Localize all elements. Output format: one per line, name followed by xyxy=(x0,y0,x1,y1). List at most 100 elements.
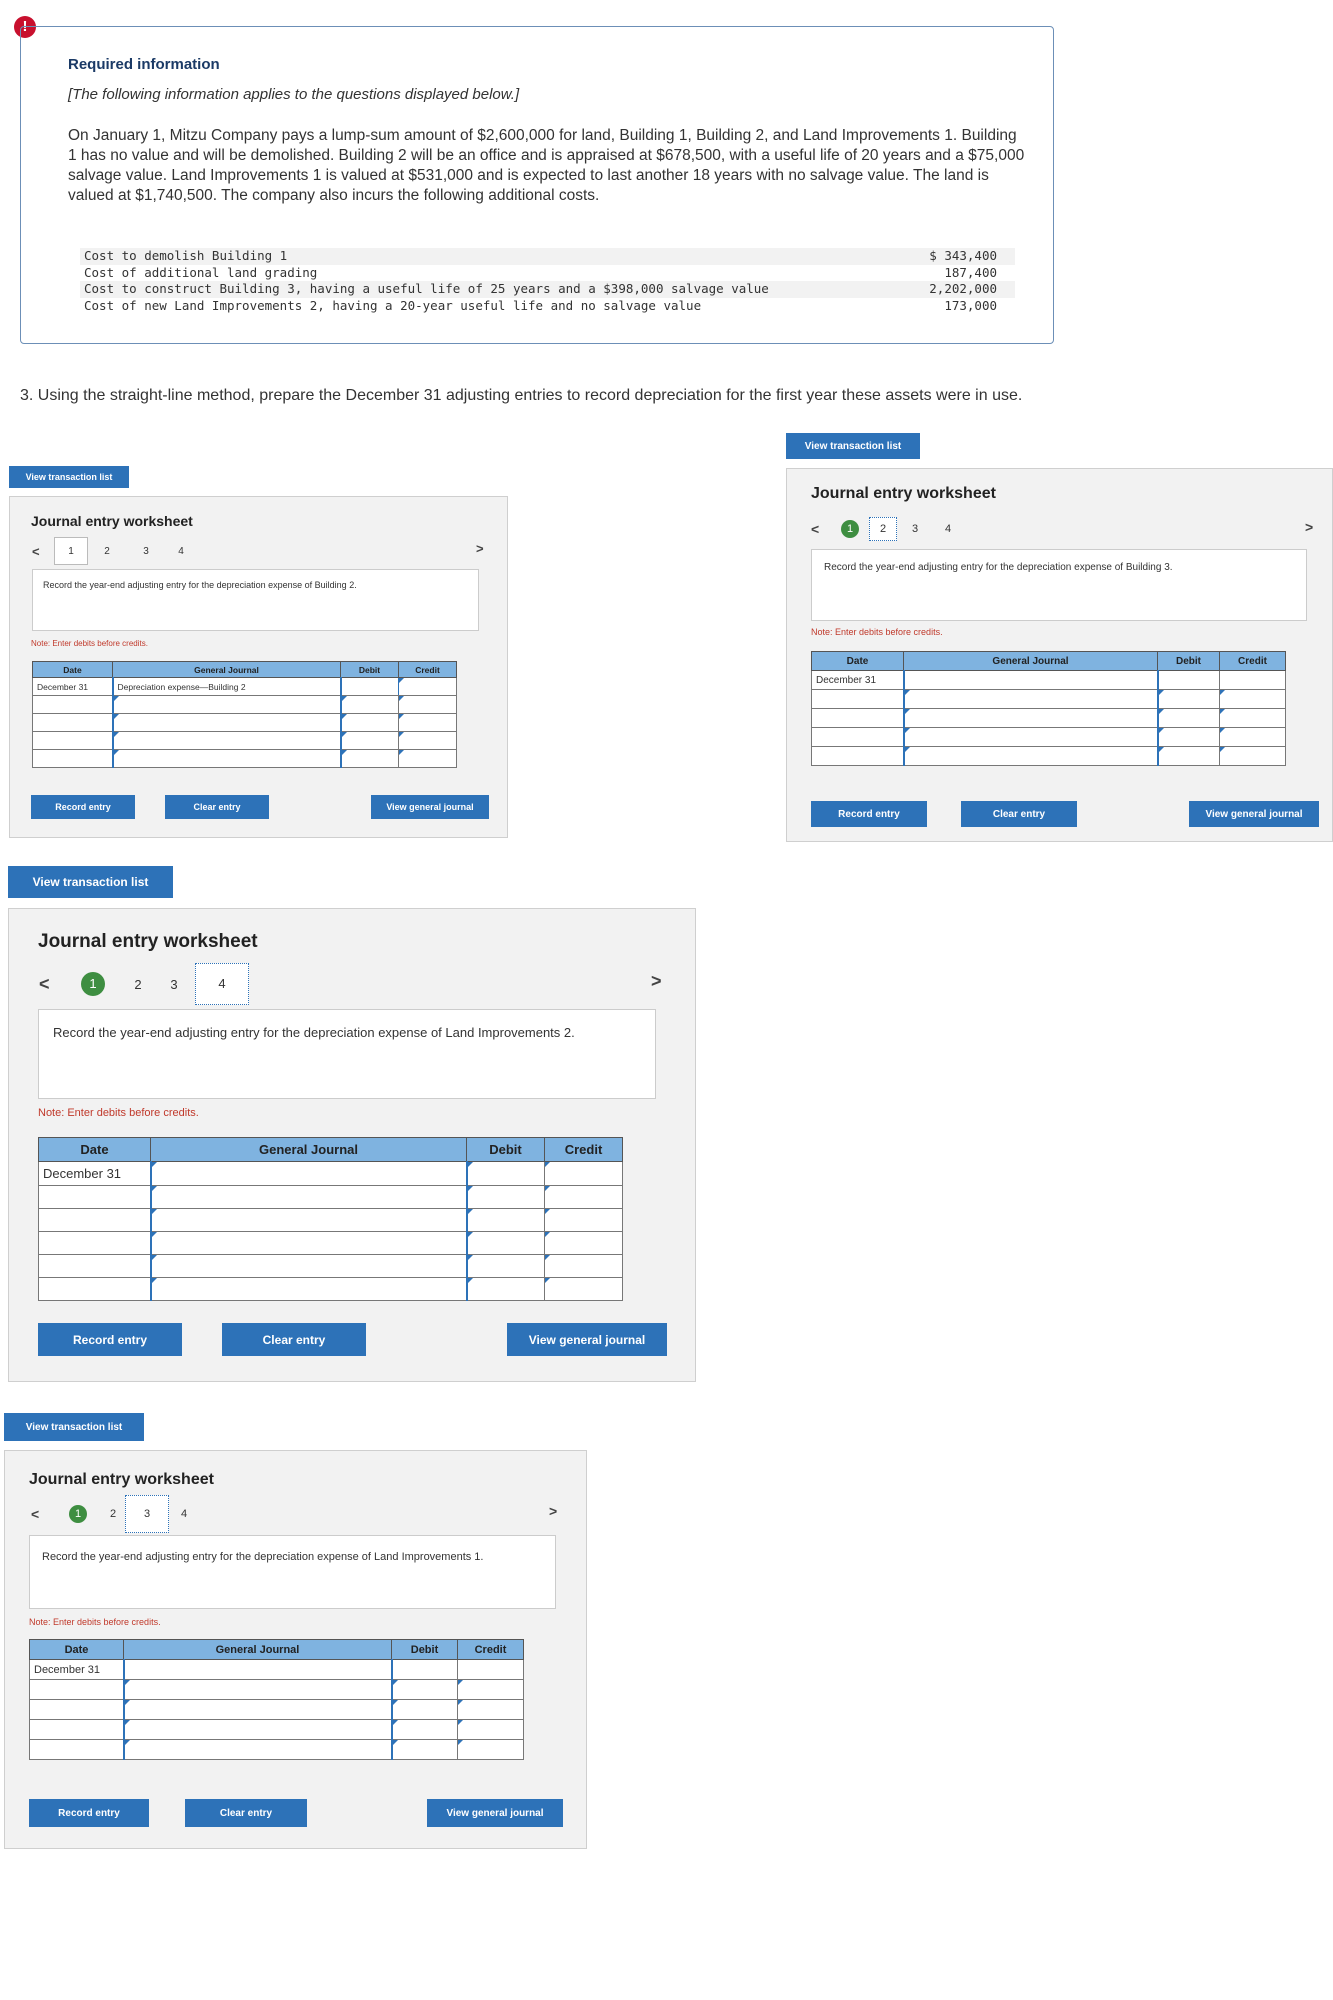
step-1-tab[interactable]: 1 xyxy=(54,537,88,565)
record-entry-button[interactable]: Record entry xyxy=(31,795,135,819)
date-cell[interactable]: December 31 xyxy=(38,1161,151,1186)
step-3-tab[interactable]: 3 xyxy=(153,977,195,992)
date-cell[interactable] xyxy=(38,1208,151,1232)
credit-cell[interactable] xyxy=(544,1277,623,1301)
step-1-tab[interactable]: 1 xyxy=(69,1505,87,1523)
prev-step-arrow-icon[interactable]: < xyxy=(811,521,841,537)
account-cell[interactable] xyxy=(111,695,342,714)
credit-cell[interactable] xyxy=(457,1739,524,1760)
view-transaction-list-button[interactable]: View transaction list xyxy=(786,433,920,459)
credit-cell[interactable] xyxy=(457,1719,524,1740)
debit-cell[interactable] xyxy=(1157,670,1220,690)
credit-cell[interactable] xyxy=(398,695,457,714)
debit-cell[interactable] xyxy=(391,1739,458,1760)
view-transaction-list-button[interactable]: View transaction list xyxy=(4,1413,144,1441)
step-4-tab[interactable]: 4 xyxy=(195,963,249,1005)
debit-cell[interactable] xyxy=(466,1185,545,1209)
credit-cell[interactable] xyxy=(398,731,457,750)
account-cell[interactable] xyxy=(902,746,1159,766)
step-4-tab[interactable]: 4 xyxy=(166,546,196,557)
account-cell[interactable] xyxy=(122,1679,393,1700)
credit-cell[interactable] xyxy=(398,677,457,696)
account-cell[interactable] xyxy=(122,1699,393,1720)
clear-entry-button[interactable]: Clear entry xyxy=(961,801,1077,827)
date-cell[interactable] xyxy=(811,746,904,766)
step-4-tab[interactable]: 4 xyxy=(169,1508,199,1520)
debit-cell[interactable] xyxy=(466,1161,545,1186)
date-cell[interactable] xyxy=(811,708,904,728)
step-1-tab[interactable]: 1 xyxy=(81,972,105,996)
date-cell[interactable] xyxy=(32,695,113,714)
date-cell[interactable] xyxy=(29,1699,124,1720)
credit-cell[interactable] xyxy=(544,1185,623,1209)
debit-cell[interactable] xyxy=(466,1231,545,1255)
account-cell[interactable] xyxy=(111,731,342,750)
debit-cell[interactable] xyxy=(340,731,399,750)
debit-cell[interactable] xyxy=(391,1679,458,1700)
credit-cell[interactable] xyxy=(457,1699,524,1720)
debit-cell[interactable] xyxy=(1157,689,1220,709)
credit-cell[interactable] xyxy=(544,1161,623,1186)
account-cell[interactable] xyxy=(149,1254,468,1278)
credit-cell[interactable] xyxy=(1219,727,1286,747)
view-general-journal-button[interactable]: View general journal xyxy=(507,1323,667,1356)
credit-cell[interactable] xyxy=(398,713,457,732)
account-cell[interactable] xyxy=(902,727,1159,747)
debit-cell[interactable] xyxy=(340,713,399,732)
credit-cell[interactable] xyxy=(544,1254,623,1278)
view-general-journal-button[interactable]: View general journal xyxy=(427,1799,563,1827)
step-2-tab[interactable]: 2 xyxy=(88,546,126,557)
debit-cell[interactable] xyxy=(466,1277,545,1301)
step-4-tab[interactable]: 4 xyxy=(933,523,963,535)
debit-cell[interactable] xyxy=(1157,746,1220,766)
view-general-journal-button[interactable]: View general journal xyxy=(1189,801,1319,827)
date-cell[interactable] xyxy=(811,727,904,747)
step-3-tab[interactable]: 3 xyxy=(126,546,166,557)
clear-entry-button[interactable]: Clear entry xyxy=(185,1799,307,1827)
date-cell[interactable] xyxy=(38,1231,151,1255)
date-cell[interactable]: December 31 xyxy=(29,1659,124,1680)
credit-cell[interactable] xyxy=(544,1208,623,1232)
date-cell[interactable] xyxy=(29,1719,124,1740)
debit-cell[interactable] xyxy=(1157,727,1220,747)
debit-cell[interactable] xyxy=(391,1719,458,1740)
credit-cell[interactable] xyxy=(1219,708,1286,728)
prev-step-arrow-icon[interactable]: < xyxy=(32,544,54,559)
view-transaction-list-button[interactable]: View transaction list xyxy=(8,866,173,898)
date-cell[interactable] xyxy=(38,1277,151,1301)
date-cell[interactable] xyxy=(38,1254,151,1278)
step-2-tab[interactable]: 2 xyxy=(869,517,897,541)
debit-cell[interactable] xyxy=(391,1699,458,1720)
debit-cell[interactable] xyxy=(340,677,399,696)
credit-cell[interactable] xyxy=(544,1231,623,1255)
record-entry-button[interactable]: Record entry xyxy=(811,801,927,827)
credit-cell[interactable] xyxy=(398,749,457,768)
prev-step-arrow-icon[interactable]: < xyxy=(31,1506,69,1522)
date-cell[interactable] xyxy=(32,731,113,750)
debit-cell[interactable] xyxy=(466,1254,545,1278)
clear-entry-button[interactable]: Clear entry xyxy=(222,1323,366,1356)
account-cell[interactable] xyxy=(149,1185,468,1209)
debit-cell[interactable] xyxy=(466,1208,545,1232)
credit-cell[interactable] xyxy=(457,1679,524,1700)
view-transaction-list-button[interactable]: View transaction list xyxy=(9,466,129,488)
date-cell[interactable] xyxy=(29,1739,124,1760)
date-cell[interactable]: December 31 xyxy=(32,677,113,696)
account-cell[interactable] xyxy=(149,1231,468,1255)
clear-entry-button[interactable]: Clear entry xyxy=(165,795,269,819)
debit-cell[interactable] xyxy=(340,749,399,768)
view-general-journal-button[interactable]: View general journal xyxy=(371,795,489,819)
debit-cell[interactable] xyxy=(1157,708,1220,728)
account-cell[interactable] xyxy=(111,713,342,732)
step-2-tab[interactable]: 2 xyxy=(123,977,153,992)
date-cell[interactable]: December 31 xyxy=(811,670,904,690)
account-cell[interactable] xyxy=(111,749,342,768)
date-cell[interactable] xyxy=(811,689,904,709)
credit-cell[interactable] xyxy=(1219,689,1286,709)
credit-cell[interactable] xyxy=(1219,670,1286,690)
date-cell[interactable] xyxy=(29,1679,124,1700)
credit-cell[interactable] xyxy=(1219,746,1286,766)
prev-step-arrow-icon[interactable]: < xyxy=(39,974,81,995)
record-entry-button[interactable]: Record entry xyxy=(29,1799,149,1827)
date-cell[interactable] xyxy=(32,713,113,732)
